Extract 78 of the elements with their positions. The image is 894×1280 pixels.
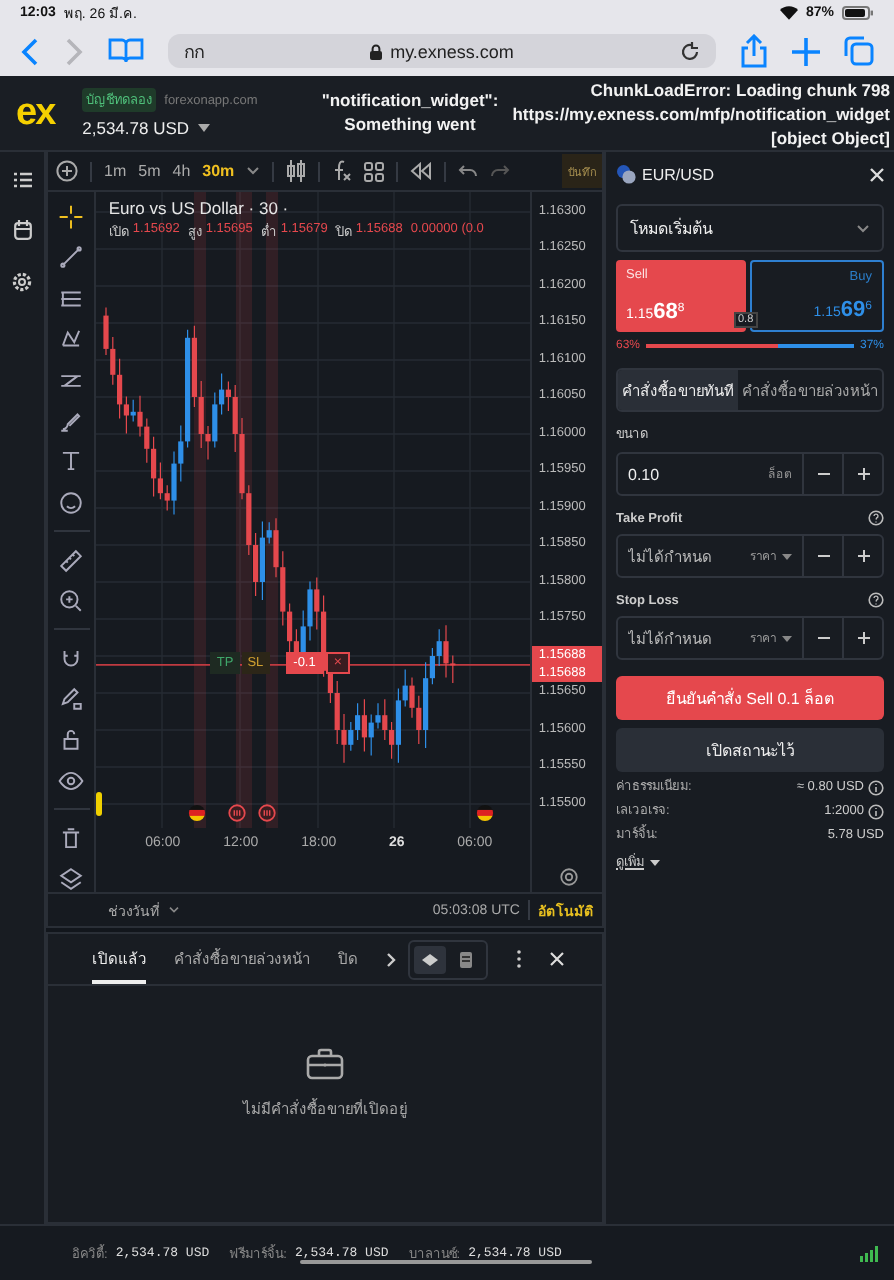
caret-icon[interactable] bbox=[197, 124, 210, 132]
error-text: Something went bbox=[344, 112, 476, 136]
chevron-down-icon bbox=[856, 223, 870, 233]
ruler-icon[interactable] bbox=[58, 547, 85, 574]
diamond-icon bbox=[422, 953, 438, 966]
grid-icon[interactable] bbox=[364, 161, 385, 181]
add-indicator-icon[interactable] bbox=[56, 160, 78, 182]
replay-icon[interactable] bbox=[410, 162, 433, 180]
balance: 2,534.78 USD bbox=[82, 118, 190, 138]
plus-icon bbox=[857, 632, 869, 644]
trend-line-icon[interactable] bbox=[58, 244, 85, 271]
help-icon[interactable] bbox=[868, 509, 884, 525]
caret-icon[interactable] bbox=[650, 859, 660, 865]
confirm-order-button[interactable]: ยืนยันคำสั่ง Sell 0.1 ล็อต bbox=[616, 676, 884, 720]
book-icon[interactable] bbox=[108, 38, 144, 64]
brush-icon[interactable] bbox=[58, 407, 85, 434]
collapse-handle[interactable] bbox=[96, 792, 103, 816]
tabs-icon[interactable] bbox=[844, 36, 874, 66]
error-text: ChunkLoadError: Loading chunk 798 bbox=[590, 78, 890, 102]
help-icon[interactable] bbox=[868, 591, 884, 607]
grouped-view-button[interactable] bbox=[414, 945, 446, 974]
briefcase-icon bbox=[306, 1048, 344, 1081]
text-tool-icon[interactable] bbox=[58, 448, 85, 475]
symbol-title: EUR/USD bbox=[642, 165, 715, 183]
currency-pair-icon bbox=[616, 164, 636, 184]
more-icon[interactable] bbox=[516, 950, 522, 969]
mode-dropdown[interactable]: โหมดเริ่มต้น bbox=[616, 204, 884, 252]
error-text: https://my.exness.com/mfp/notification_widget bbox=[512, 102, 890, 126]
layers-icon[interactable] bbox=[58, 866, 85, 893]
target-icon[interactable] bbox=[560, 868, 579, 887]
timeframe-button[interactable]: 4h bbox=[172, 162, 191, 180]
event-marker-icon[interactable] bbox=[258, 804, 277, 822]
minus-icon bbox=[817, 636, 829, 640]
address-bar[interactable]: กก my.exness.com bbox=[168, 34, 716, 68]
smiley-icon[interactable] bbox=[58, 489, 85, 516]
chevron-down-icon[interactable] bbox=[246, 166, 261, 176]
settings-icon[interactable] bbox=[12, 272, 32, 292]
eye-icon[interactable] bbox=[58, 767, 85, 794]
undo-icon[interactable] bbox=[458, 164, 479, 178]
timeframe-button[interactable]: 30m bbox=[202, 162, 235, 180]
error-text: [object Object] bbox=[770, 126, 890, 150]
signal-icon bbox=[860, 1245, 878, 1261]
minus-icon bbox=[817, 554, 829, 558]
reload-icon[interactable] bbox=[680, 41, 701, 61]
new-tab-icon[interactable] bbox=[792, 37, 820, 65]
event-marker-icon[interactable] bbox=[228, 804, 247, 822]
pencil-lock-icon[interactable] bbox=[58, 686, 85, 713]
info-icon[interactable] bbox=[868, 780, 884, 796]
menu-icon[interactable] bbox=[13, 172, 31, 188]
calendar-icon[interactable] bbox=[13, 220, 31, 240]
close-icon[interactable] bbox=[870, 167, 884, 181]
share-icon[interactable] bbox=[740, 34, 768, 68]
candlestick-icon[interactable] bbox=[286, 160, 307, 182]
timeframe-button[interactable]: 5m bbox=[138, 162, 161, 180]
caret-icon[interactable] bbox=[782, 553, 792, 559]
chevron-right-icon[interactable] bbox=[386, 951, 396, 968]
timeframe-button[interactable]: 1m bbox=[104, 162, 127, 180]
logo[interactable]: ex bbox=[16, 91, 55, 135]
scrollbar[interactable] bbox=[300, 1260, 592, 1264]
back-icon[interactable] bbox=[20, 37, 40, 65]
crosshair-icon[interactable] bbox=[58, 204, 85, 230]
plus-icon bbox=[857, 550, 869, 562]
flag-icon[interactable] bbox=[188, 804, 207, 822]
function-icon[interactable] bbox=[332, 160, 353, 182]
chevron-down-icon[interactable] bbox=[168, 906, 180, 915]
close-icon[interactable] bbox=[550, 952, 564, 967]
zoom-in-icon[interactable] bbox=[58, 587, 85, 614]
info-icon[interactable] bbox=[868, 804, 884, 820]
chart-title: Euro vs US Dollar · 30 · bbox=[108, 198, 291, 218]
trash-icon[interactable] bbox=[58, 825, 85, 852]
hold-position-button[interactable]: เปิดสถานะไว้ bbox=[616, 728, 884, 772]
card-icon bbox=[460, 951, 472, 968]
error-text: "notification_widget": bbox=[321, 88, 499, 112]
wifi-icon bbox=[779, 6, 798, 20]
caret-icon[interactable] bbox=[782, 635, 792, 641]
flag-icon[interactable] bbox=[476, 804, 495, 822]
battery-icon bbox=[842, 6, 874, 20]
lock-icon bbox=[370, 43, 383, 59]
